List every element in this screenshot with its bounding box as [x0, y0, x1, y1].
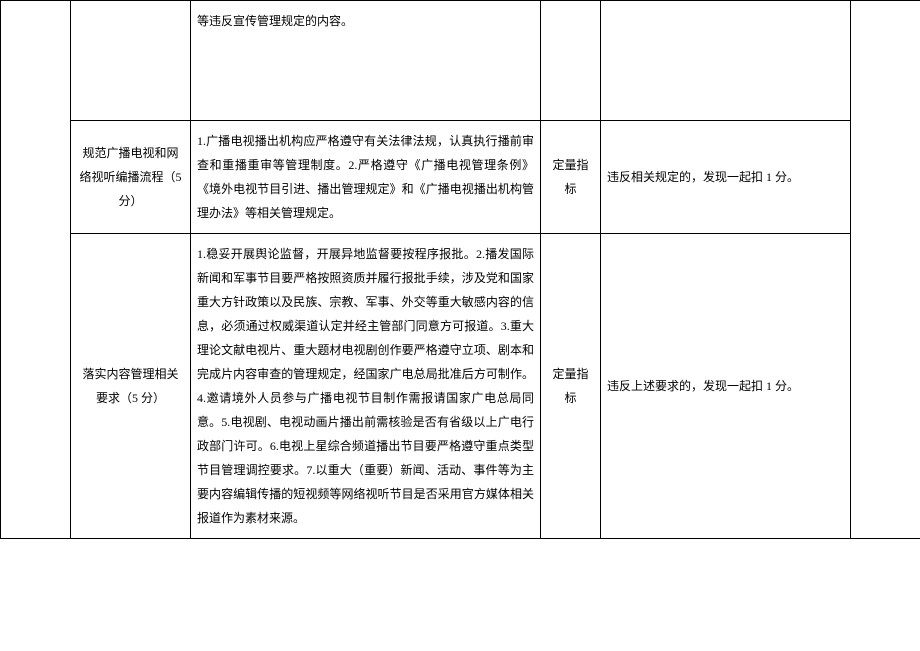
cell-type: 定量指标 — [541, 121, 601, 234]
cell-type — [541, 1, 601, 121]
table-row: 落实内容管理相关要求（5 分） 1.稳妥开展舆论监督，开展异地监督要按程序报批。… — [1, 234, 920, 539]
cell-item-name: 规范广播电视和网络视听编播流程（5 分） — [71, 121, 191, 234]
table-row: 等违反宣传管理规定的内容。 — [1, 1, 920, 121]
cell-last — [851, 1, 920, 539]
cell-category — [1, 1, 71, 539]
cell-criteria: 1.稳妥开展舆论监督，开展异地监督要按程序报批。2.播发国际新闻和军事节目要严格… — [191, 234, 541, 539]
cell-scoring: 违反相关规定的，发现一起扣 1 分。 — [601, 121, 851, 234]
table-row: 规范广播电视和网络视听编播流程（5 分） 1.广播电视播出机构应严格遵守有关法律… — [1, 121, 920, 234]
cell-type: 定量指标 — [541, 234, 601, 539]
cell-scoring — [601, 1, 851, 121]
cell-item-name: 落实内容管理相关要求（5 分） — [71, 234, 191, 539]
cell-item-name — [71, 1, 191, 121]
cell-scoring: 违反上述要求的，发现一起扣 1 分。 — [601, 234, 851, 539]
cell-criteria: 1.广播电视播出机构应严格遵守有关法律法规，认真执行播前审查和重播重审等管理制度… — [191, 121, 541, 234]
cell-criteria: 等违反宣传管理规定的内容。 — [191, 1, 541, 121]
assessment-table: 等违反宣传管理规定的内容。 规范广播电视和网络视听编播流程（5 分） 1.广播电… — [0, 0, 920, 539]
